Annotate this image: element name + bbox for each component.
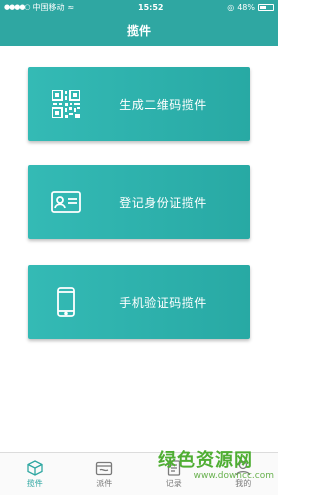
id-card-icon <box>44 180 88 224</box>
wallet-icon <box>96 461 113 475</box>
qr-code-pickup-button[interactable]: 生成二维码揽件 <box>28 67 250 141</box>
signal-icon: ●●●●○ <box>4 3 31 11</box>
box-icon <box>27 459 43 476</box>
alarm-icon: ◎ <box>227 2 235 12</box>
id-card-pickup-button[interactable]: 登记身份证揽件 <box>28 165 250 239</box>
sms-code-pickup-button[interactable]: 手机验证码揽件 <box>28 265 250 339</box>
carrier-label: 中国移动 <box>32 2 65 12</box>
mobile-phone-icon <box>44 280 88 324</box>
tab-delivery-label: 派件 <box>96 478 113 488</box>
tab-pickup-label: 揽件 <box>26 478 43 488</box>
sms-code-pickup-label: 手机验证码揽件 <box>119 295 207 310</box>
watermark-url: www.downcc.com <box>193 471 274 481</box>
qr-code-icon <box>44 82 88 126</box>
status-right: ◎ 48% <box>227 3 274 12</box>
nav-bar: 揽件 <box>0 14 278 46</box>
watermark-logo: 绿色资源网 <box>158 450 253 471</box>
status-time: 15:52 <box>138 2 164 12</box>
page-title: 揽件 <box>126 23 151 38</box>
tab-pickup[interactable]: 揽件 <box>5 459 65 489</box>
battery-percent: 48% <box>237 2 255 12</box>
qr-code-pickup-label: 生成二维码揽件 <box>119 97 207 112</box>
id-card-pickup-label: 登记身份证揽件 <box>119 195 207 210</box>
battery-icon <box>257 3 274 11</box>
wifi-icon: ≈ <box>67 2 75 12</box>
status-bar: ●●●●○ 中国移动 ≈ 15:52 ◎ 48% <box>0 0 278 14</box>
status-left: ●●●●○ 中国移动 ≈ <box>4 2 74 13</box>
tab-delivery[interactable]: 派件 <box>74 460 134 489</box>
